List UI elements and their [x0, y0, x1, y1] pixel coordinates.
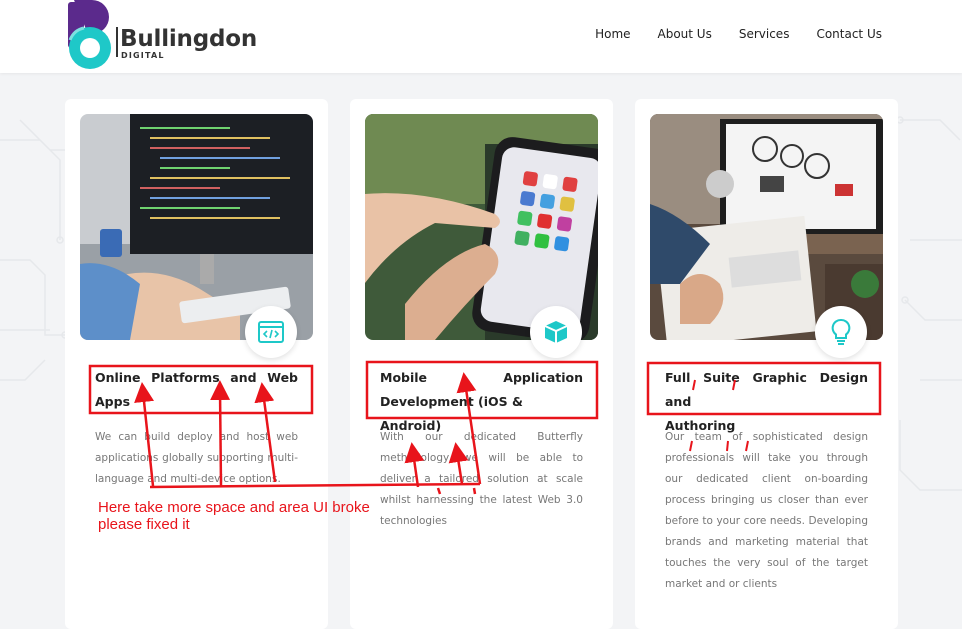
main-nav: Home About Us Services Contact Us — [595, 27, 882, 41]
annotation-note: Here take more space and area UI broke p… — [98, 499, 370, 533]
lightbulb-icon — [831, 319, 851, 345]
card-title-line: Full Suite Graphic Design and — [665, 370, 868, 409]
card-description: Our team of sophisticated design profess… — [665, 431, 868, 590]
nav-services[interactable]: Services — [739, 27, 790, 41]
service-badge — [245, 306, 297, 358]
service-card-design: Full Suite Graphic Design and Authoring … — [635, 99, 898, 629]
annotation-note-line1: Here take more space and area UI broke — [98, 499, 370, 516]
annotation-note-line2: please fixed it — [98, 516, 190, 533]
logo-mark-icon — [68, 0, 111, 69]
card-title-line: Online Platforms and Web — [95, 370, 298, 385]
nav-home[interactable]: Home — [595, 27, 630, 41]
card-description: With our dedicated Butterfly methodology… — [380, 431, 583, 527]
nav-contact-us[interactable]: Contact Us — [816, 27, 882, 41]
service-card-mobile: Mobile Application Development (iOS & An… — [350, 99, 613, 629]
service-card-web: Online Platforms and Web Apps We can bui… — [65, 99, 328, 629]
brand-logo[interactable]: Bullingdon DIGITAL — [66, 0, 266, 72]
service-badge — [815, 306, 867, 358]
nav-about-us[interactable]: About Us — [658, 27, 712, 41]
brand-subtitle: DIGITAL — [121, 51, 165, 60]
card-title: Online Platforms and Web Apps — [95, 366, 298, 414]
code-window-icon — [258, 321, 284, 343]
card-title-last-line: Apps — [95, 394, 131, 409]
card-title-line: Mobile Application — [380, 370, 583, 385]
site-header: Bullingdon DIGITAL Home About Us Service… — [0, 0, 962, 73]
brand-name: Bullingdon — [120, 26, 258, 52]
service-badge — [530, 306, 582, 358]
card-description: We can build deploy and host web applica… — [95, 431, 298, 485]
cube-icon — [544, 321, 568, 343]
